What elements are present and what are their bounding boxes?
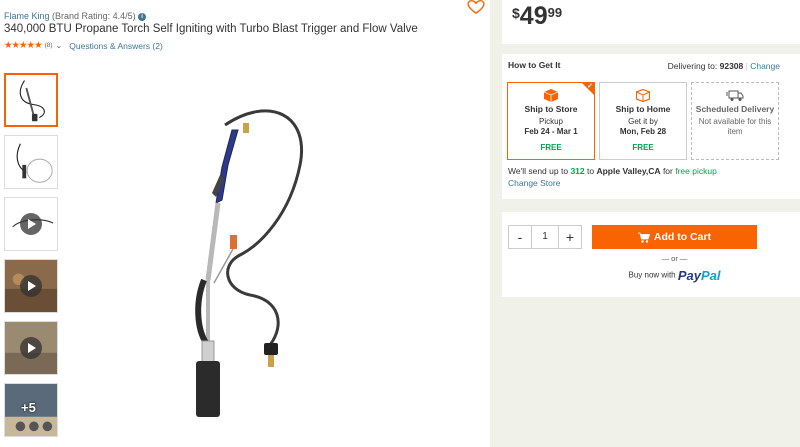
cart-icon bbox=[637, 232, 650, 243]
thumbnail-video-2[interactable] bbox=[4, 259, 58, 313]
product-title: 340,000 BTU Propane Torch Self Igniting … bbox=[4, 23, 418, 35]
favorite-heart-icon[interactable] bbox=[467, 0, 485, 14]
checkmark-icon: ✓ bbox=[587, 83, 593, 90]
play-icon[interactable] bbox=[20, 213, 42, 235]
add-to-cart-button[interactable]: Add to Cart bbox=[592, 225, 757, 249]
truck-icon bbox=[726, 90, 744, 101]
change-zip-link[interactable]: Change bbox=[750, 61, 780, 71]
chevron-down-icon[interactable]: ⌄ bbox=[56, 41, 63, 50]
thumbnail-video-3[interactable] bbox=[4, 321, 58, 375]
brand-link[interactable]: Flame King bbox=[4, 11, 50, 21]
more-images-count[interactable]: +5 bbox=[21, 400, 36, 415]
brand-line: Flame King (Brand Rating: 4.4/5) i bbox=[4, 11, 147, 21]
thumbnail-1[interactable] bbox=[4, 73, 58, 127]
play-icon[interactable] bbox=[20, 337, 42, 359]
thumbnail-2[interactable] bbox=[4, 135, 58, 189]
price-card: $4999 bbox=[502, 0, 800, 44]
box-icon bbox=[636, 89, 650, 102]
product-price: $4999 bbox=[512, 2, 563, 30]
questions-answers-link[interactable]: Questions & Answers (2) bbox=[69, 41, 163, 51]
thumbnail-more[interactable]: +5 bbox=[4, 383, 58, 437]
option-scheduled-delivery[interactable]: Scheduled Delivery Not available for thi… bbox=[691, 82, 779, 160]
thumbnail-video-1[interactable] bbox=[4, 197, 58, 251]
option-ship-to-home[interactable]: Ship to Home Get it by Mon, Feb 28 FREE bbox=[599, 82, 687, 160]
rating-row: ★★★★★ (8) ⌄ Questions & Answers (2) bbox=[4, 40, 163, 51]
fulfillment-heading: How to Get It bbox=[508, 60, 561, 70]
option-ship-to-store[interactable]: ✓ Ship to Store Pickup Feb 24 - Mar 1 FR… bbox=[507, 82, 595, 160]
product-main-image[interactable] bbox=[150, 105, 350, 425]
decrement-button[interactable]: - bbox=[508, 225, 532, 249]
store-pickup-note: We'll send up to 312 to Apple Valley,CA … bbox=[508, 166, 717, 176]
or-divider: — or — bbox=[661, 254, 688, 263]
change-store-link[interactable]: Change Store bbox=[508, 178, 560, 188]
delivery-location: Delivering to: 92308 | Change bbox=[667, 61, 780, 71]
play-icon[interactable] bbox=[20, 275, 42, 297]
quantity-input[interactable]: 1 bbox=[532, 225, 558, 249]
quantity-stepper: - 1 + bbox=[508, 225, 582, 249]
add-to-cart-label: Add to Cart bbox=[653, 231, 712, 243]
increment-button[interactable]: + bbox=[558, 225, 582, 249]
paypal-logo[interactable]: PayPal bbox=[678, 268, 721, 283]
fulfillment-options: ✓ Ship to Store Pickup Feb 24 - Mar 1 FR… bbox=[507, 82, 779, 160]
star-rating[interactable]: ★★★★★ bbox=[4, 40, 43, 51]
add-to-cart-card: - 1 + Add to Cart — or — Buy now with Pa… bbox=[502, 212, 800, 297]
fulfillment-card: How to Get It Delivering to: 92308 | Cha… bbox=[502, 54, 800, 199]
paypal-buy-now[interactable]: Buy now with PayPal bbox=[592, 268, 757, 283]
review-count[interactable]: (8) bbox=[45, 42, 53, 49]
store-box-icon bbox=[544, 89, 558, 102]
product-media-panel: Flame King (Brand Rating: 4.4/5) i 340,0… bbox=[0, 0, 490, 447]
brand-rating: (Brand Rating: 4.4/5) bbox=[52, 11, 136, 21]
thumbnail-list: +5 bbox=[4, 73, 59, 445]
zip-code: 92308 bbox=[719, 61, 744, 71]
info-icon[interactable]: i bbox=[138, 12, 147, 21]
